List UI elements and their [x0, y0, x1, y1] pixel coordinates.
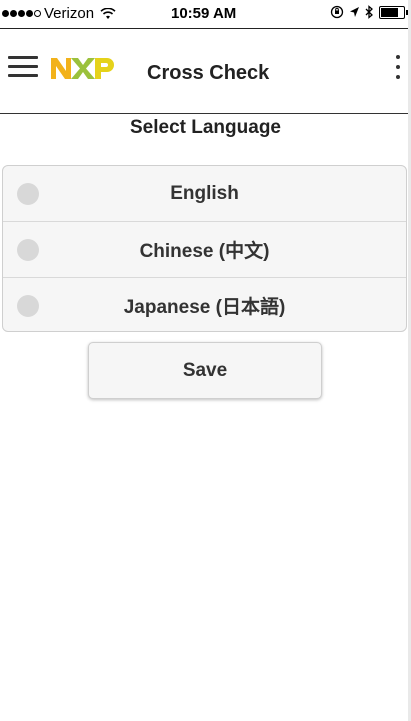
language-radio-group: English Chinese (中文) Japanese (日本語) [2, 165, 407, 332]
radio-button[interactable] [17, 183, 39, 205]
radio-button[interactable] [17, 295, 39, 317]
language-option-japanese[interactable]: Japanese (日本語) [3, 278, 406, 331]
page-title: Select Language [130, 117, 281, 138]
signal-strength-icon [2, 10, 41, 17]
status-time: 10:59 AM [171, 5, 237, 22]
orientation-lock-icon [330, 5, 344, 19]
radio-button[interactable] [17, 239, 39, 261]
status-bar: Verizon 10:59 AM [0, 0, 411, 29]
wifi-icon [100, 7, 116, 19]
language-option-english[interactable]: English [3, 166, 406, 222]
status-right [330, 5, 408, 19]
save-button[interactable]: Save [88, 342, 322, 399]
app-title: Cross Check [147, 62, 270, 84]
battery-icon [379, 5, 408, 19]
location-arrow-icon [350, 7, 359, 17]
menu-icon[interactable] [8, 56, 38, 78]
nxp-logo [51, 58, 114, 79]
language-option-chinese[interactable]: Chinese (中文) [3, 222, 406, 278]
language-label: English [170, 182, 239, 204]
carrier-name: Verizon [44, 5, 95, 22]
app-header: Cross Check [0, 29, 411, 114]
status-left: Verizon [2, 5, 116, 22]
language-label: Chinese (中文) [139, 241, 270, 262]
bluetooth-icon [365, 5, 373, 19]
language-label: Japanese (日本語) [123, 297, 286, 318]
more-options-icon[interactable] [395, 55, 401, 81]
